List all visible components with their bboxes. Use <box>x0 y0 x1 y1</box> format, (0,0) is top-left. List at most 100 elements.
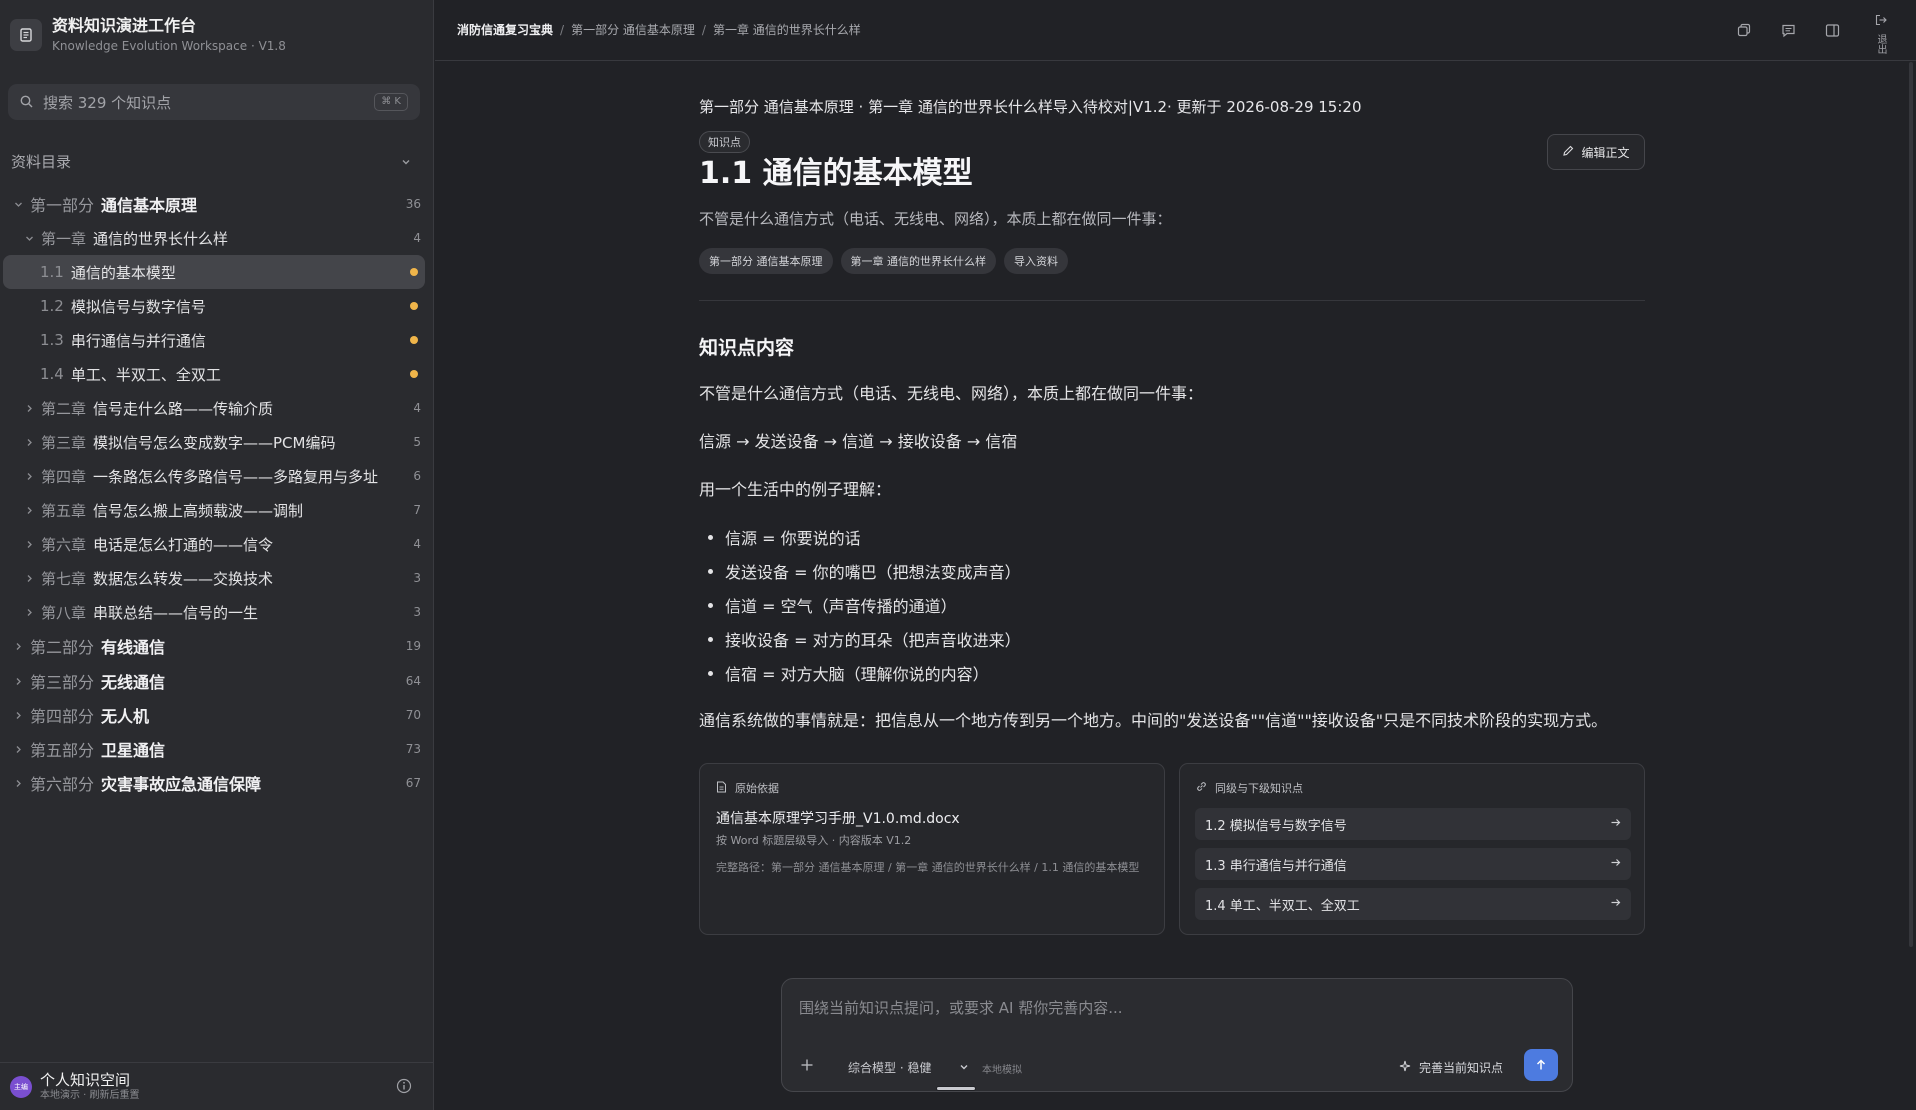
tree-item-chapter[interactable]: 第二章 信号走什么路——传输介质 4 <box>3 391 425 425</box>
tree-item-part[interactable]: 第三部分 无线通信 64 <box>3 664 425 698</box>
tree-item-chapter[interactable]: 第五章 信号怎么搬上高频载波——调制 7 <box>3 493 425 527</box>
chevron-right-icon[interactable] <box>23 608 35 617</box>
tree-item-part[interactable]: 第二部分 有线通信 19 <box>3 629 425 663</box>
workspace-footer[interactable]: 主编 个人知识空间 本地演示 · 刷新后重置 <box>0 1062 434 1110</box>
tree-item-label: 信号走什么路——传输介质 <box>93 399 274 418</box>
related-item[interactable]: 1.2 模拟信号与数字信号 <box>1195 808 1631 840</box>
toolbar <box>1734 20 1842 40</box>
panel-toggle-icon[interactable] <box>1822 20 1842 40</box>
tree-item-chapter[interactable]: 第一章 通信的世界长什么样 4 <box>3 221 425 255</box>
send-button[interactable] <box>1524 1049 1558 1081</box>
chevron-right-icon[interactable] <box>23 438 35 447</box>
tree-item-part[interactable]: 第五部分 卫星通信 73 <box>3 732 425 766</box>
source-card-title: 原始依据 <box>735 782 779 795</box>
resize-handle[interactable] <box>936 1086 976 1091</box>
breadcrumb-item[interactable]: 第一章 通信的世界长什么样 <box>713 21 861 38</box>
chevron-down-icon[interactable] <box>23 234 35 243</box>
app-title: 资料知识演进工作台 <box>52 15 197 35</box>
tree-item-label: 信号怎么搬上高频载波——调制 <box>93 501 304 520</box>
breadcrumb-item[interactable]: 第一部分 通信基本原理 <box>571 21 695 38</box>
tree-item-chapter[interactable]: 第三章 模拟信号怎么变成数字——PCM编码 5 <box>3 425 425 459</box>
tree-item-point[interactable]: 1.1 通信的基本模型 <box>3 255 425 289</box>
related-card-title: 同级与下级知识点 <box>1215 782 1303 795</box>
source-file-name[interactable]: 通信基本原理学习手册_V1.0.md.docx <box>716 808 960 828</box>
tree-item-part[interactable]: 第四部分 无人机 70 <box>3 698 425 732</box>
tree-item-chapter[interactable]: 第六章 电话是怎么打通的——信令 4 <box>3 527 425 561</box>
complete-knowledge-button[interactable]: 完善当前知识点 <box>1399 1059 1503 1076</box>
tree-item-part[interactable]: 第一部分 通信基本原理 36 <box>3 187 425 221</box>
tree-item-point[interactable]: 1.2 模拟信号与数字信号 <box>3 289 425 323</box>
chevron-down-icon <box>401 152 411 171</box>
tree-item-count: 3 <box>413 605 421 619</box>
chevron-right-icon[interactable] <box>12 745 24 754</box>
chevron-right-icon[interactable] <box>12 779 24 788</box>
tree-item-label: 数据怎么转发——交换技术 <box>93 569 274 588</box>
tree-item-label: 通信的世界长什么样 <box>93 229 229 248</box>
workspace-title: 个人知识空间 <box>40 1071 131 1089</box>
brand: 资料知识演进工作台 Knowledge Evolution Workspace … <box>10 13 286 57</box>
logout-label: 退出 <box>1875 34 1886 54</box>
tree-item-count: 5 <box>413 435 421 449</box>
file-icon <box>716 781 727 796</box>
tree-item-point[interactable]: 1.3 串行通信与并行通信 <box>3 323 425 357</box>
app-subtitle: Knowledge Evolution Workspace · V1.8 <box>52 38 286 53</box>
tree-item-point[interactable]: 1.4 单工、半双工、全双工 <box>3 357 425 391</box>
tree-item-label: 无线通信 <box>101 673 166 692</box>
chat-icon[interactable] <box>1778 20 1798 40</box>
tree-item-prefix: 1.2 <box>40 297 64 315</box>
chevron-right-icon[interactable] <box>12 642 24 651</box>
add-attachment-button[interactable] <box>800 1056 814 1077</box>
section-title: 知识点内容 <box>699 337 795 359</box>
tree-item-prefix: 第五章 <box>41 501 87 520</box>
article-meta: 第一部分 通信基本原理 · 第一章 通信的世界长什么样导入待校对|V1.2· 更… <box>699 98 1362 116</box>
related-item[interactable]: 1.4 单工、半双工、全双工 <box>1195 888 1631 920</box>
link-icon <box>1196 781 1207 795</box>
chip-part[interactable]: 第一部分 通信基本原理 <box>699 248 833 274</box>
source-full-path: 完整路径：第一部分 通信基本原理 / 第一章 通信的世界长什么样 / 1.1 通… <box>716 861 1140 874</box>
related-list: 1.2 模拟信号与数字信号 1.3 串行通信与并行通信 1.4 单工、半双工、全… <box>1195 808 1631 928</box>
bullet-list: 信源 = 你要说的话 发送设备 = 你的嘴巴（把想法变成声音） 信道 = 空气（… <box>699 520 1021 690</box>
list-item: 接收设备 = 对方的耳朵（把声音收进来） <box>699 622 1021 656</box>
chip-source[interactable]: 导入资料 <box>1004 248 1068 274</box>
related-item-label: 1.4 单工、半双工、全双工 <box>1205 898 1360 914</box>
tree-item-label: 卫星通信 <box>101 741 166 760</box>
edit-button[interactable]: 编辑正文 <box>1547 134 1645 170</box>
chevron-right-icon[interactable] <box>23 574 35 583</box>
directory-header[interactable]: 资料目录 <box>11 150 411 172</box>
chevron-right-icon[interactable] <box>23 404 35 413</box>
search-input[interactable]: 搜索 329 个知识点 ⌘ K <box>8 84 420 120</box>
chevron-right-icon[interactable] <box>23 540 35 549</box>
tree-item-chapter[interactable]: 第八章 串联总结——信号的一生 3 <box>3 595 425 629</box>
copy-icon[interactable] <box>1734 20 1754 40</box>
source-card-header: 原始依据 <box>716 780 779 796</box>
chip-chapter[interactable]: 第一章 通信的世界长什么样 <box>840 248 996 274</box>
article-summary: 不管是什么通信方式（电话、无线电、网络），本质上都在做同一件事： <box>699 210 1172 228</box>
breadcrumb-separator: / <box>560 22 565 37</box>
flow-text: 信源 → 发送设备 → 信道 → 接收设备 → 信宿 <box>699 432 1018 451</box>
complete-knowledge-label: 完善当前知识点 <box>1419 1061 1504 1075</box>
tree-item-part[interactable]: 第六部分 灾害事故应急通信保障 67 <box>3 766 425 800</box>
directory-title: 资料目录 <box>11 152 72 171</box>
tree-item-chapter[interactable]: 第四章 一条路怎么传多路信号——多路复用与多址 6 <box>3 459 425 493</box>
chevron-down-icon[interactable] <box>12 200 24 209</box>
scrollbar[interactable] <box>1909 62 1913 947</box>
list-item: 信宿 = 对方大脑（理解你说的内容） <box>699 656 1021 690</box>
logout-button[interactable]: 退出 <box>1874 14 1888 54</box>
model-select[interactable]: 综合模型 · 稳健 <box>848 1059 969 1076</box>
paragraph: 不管是什么通信方式（电话、无线电、网络），本质上都在做同一件事： <box>699 384 1204 403</box>
ai-prompt-input[interactable] <box>799 999 1539 1017</box>
chevron-right-icon[interactable] <box>12 711 24 720</box>
info-icon[interactable] <box>396 1078 412 1098</box>
tree-item-label: 模拟信号与数字信号 <box>70 297 206 316</box>
related-item[interactable]: 1.3 串行通信与并行通信 <box>1195 848 1631 880</box>
chevron-right-icon[interactable] <box>23 472 35 481</box>
conclusion: 通信系统做的事情就是：把信息从一个地方传到另一个地方。中间的"发送设备""信道"… <box>699 711 1608 730</box>
breadcrumb-item[interactable]: 消防信通复习宝典 <box>457 21 553 38</box>
chevron-right-icon[interactable] <box>12 677 24 686</box>
tree-item-chapter[interactable]: 第七章 数据怎么转发——交换技术 3 <box>3 561 425 595</box>
tree-item-label: 通信的基本模型 <box>70 263 176 282</box>
divider <box>699 300 1645 301</box>
related-item-label: 1.3 串行通信与并行通信 <box>1205 858 1347 874</box>
chevron-right-icon[interactable] <box>23 506 35 515</box>
tree-item-count: 70 <box>405 708 421 722</box>
